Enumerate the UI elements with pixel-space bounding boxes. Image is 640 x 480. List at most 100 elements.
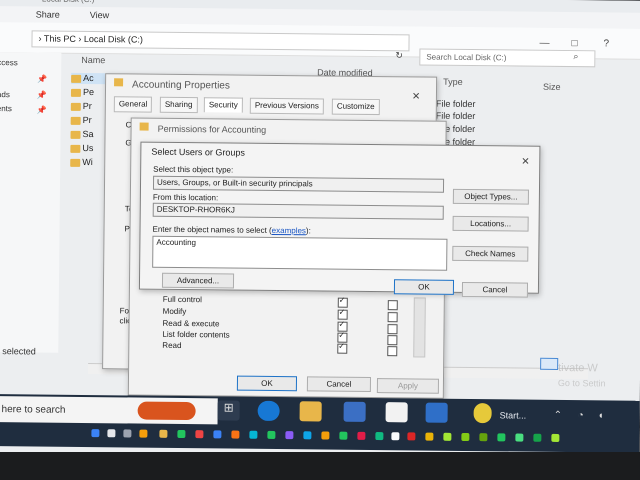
nav-item[interactable]: ccess [0, 58, 18, 67]
search-icon[interactable] [107, 429, 116, 438]
app-icon[interactable] [267, 430, 276, 439]
app-icon[interactable] [515, 433, 524, 442]
app-icon[interactable] [249, 430, 258, 439]
location-field: DESKTOP-RHOR6KJ [152, 202, 444, 220]
monitor-screen: Local Disk (C:) Share View › This PC › L… [0, 0, 640, 471]
allow-checkbox[interactable] [337, 309, 348, 320]
deny-checkbox[interactable] [387, 335, 398, 346]
tab-customize[interactable]: Customize [331, 98, 380, 116]
properties-tabs: General Sharing Security Previous Versio… [113, 96, 404, 116]
app-icon[interactable] [425, 432, 434, 441]
tab-previous-versions[interactable]: Previous Versions [249, 97, 324, 115]
object-names-input[interactable]: Accounting [152, 235, 448, 271]
volume-icon[interactable]: ◖ [598, 410, 604, 421]
allow-checkbox[interactable] [337, 343, 348, 354]
locations-button[interactable]: Locations... [452, 215, 529, 232]
ribbon-tab-view[interactable]: View [90, 10, 109, 20]
column-header-name[interactable]: Name [81, 55, 105, 65]
app-icon[interactable] [357, 431, 366, 440]
permission-label: List folder contents [162, 329, 230, 340]
app-icon[interactable] [285, 431, 294, 440]
app-icon[interactable] [321, 431, 330, 440]
permission-label: Full control [162, 294, 202, 305]
ok-button[interactable]: OK [236, 375, 298, 392]
app-icon[interactable] [391, 432, 400, 441]
task-view-icon[interactable] [123, 429, 132, 438]
ok-button[interactable]: OK [393, 279, 455, 295]
store-icon[interactable] [343, 401, 366, 422]
search-icon: ⌕ [573, 51, 579, 62]
mail-icon[interactable] [385, 402, 408, 423]
permission-label: Modify [162, 306, 187, 317]
app-icon[interactable] [443, 432, 452, 441]
column-header-size[interactable]: Size [543, 82, 561, 92]
folder-icon [70, 102, 81, 111]
app-icon[interactable] [551, 433, 560, 442]
network-icon[interactable]: ◔ [578, 410, 584, 421]
advanced-button[interactable]: Advanced... [161, 272, 235, 289]
check-names-button[interactable]: Check Names [452, 245, 529, 262]
permissions-scrollbar[interactable] [413, 297, 426, 358]
column-header-type[interactable]: Type [443, 77, 463, 87]
app-icon[interactable] [375, 432, 384, 441]
close-icon[interactable]: ✕ [412, 91, 421, 102]
permission-label: Read & execute [162, 318, 220, 329]
activation-watermark: Go to Settin [557, 377, 606, 389]
taskbar-start-label[interactable]: Start... [500, 410, 527, 420]
app-icon[interactable] [339, 431, 348, 440]
folder-icon [70, 88, 82, 97]
object-types-button[interactable]: Object Types... [452, 188, 529, 205]
app-icon[interactable] [195, 430, 204, 439]
taskbar-search-box[interactable]: pe here to search [0, 395, 218, 425]
window-icon[interactable]: □ [571, 38, 577, 49]
cancel-button[interactable]: Cancel [306, 376, 372, 392]
app-icon[interactable] [533, 433, 542, 442]
file-explorer-icon[interactable] [299, 401, 322, 422]
app-icon[interactable] [139, 429, 148, 438]
properties-title: Accounting Properties [131, 79, 230, 92]
tab-general[interactable]: General [113, 96, 153, 113]
folder-icon [139, 122, 149, 131]
app-icon[interactable] [231, 430, 240, 439]
refresh-icon[interactable]: ↻ [395, 50, 403, 61]
tab-sharing[interactable]: Sharing [159, 96, 198, 114]
breadcrumb-local-disk[interactable]: Local Disk (C:) [84, 34, 143, 45]
search-icon[interactable] [473, 403, 492, 424]
app-icon[interactable] [407, 432, 416, 441]
address-bar[interactable]: › This PC › Local Disk (C:) [31, 30, 410, 52]
nav-item[interactable]: ents [0, 104, 12, 113]
pin-icon: 📌 [36, 90, 47, 100]
help-icon[interactable]: ? [603, 38, 609, 49]
select-users-dialog: Select Users or Groups ✕ Select this obj… [138, 141, 541, 298]
app-icon[interactable] [177, 429, 186, 439]
apply-button[interactable]: Apply [376, 378, 439, 394]
windows-start-icon[interactable] [91, 429, 100, 438]
deny-checkbox[interactable] [387, 300, 398, 311]
nav-item[interactable]: ads [0, 90, 10, 99]
deny-checkbox[interactable] [387, 312, 398, 323]
leaves-icon [137, 401, 196, 421]
close-icon[interactable]: ✕ [521, 157, 530, 168]
object-type-label: Select this object type: [153, 164, 234, 175]
details-view-icon[interactable] [540, 357, 559, 370]
examples-link[interactable]: examples [272, 226, 306, 235]
chevron-up-icon[interactable]: ⌃ [554, 410, 563, 421]
app-icon[interactable] [213, 430, 222, 439]
app-icon[interactable] [497, 433, 506, 442]
search-input[interactable]: Search Local Disk (C:) [419, 48, 596, 68]
minimize-icon[interactable]: — [539, 38, 549, 49]
deny-checkbox[interactable] [387, 346, 398, 357]
app-icon[interactable] [461, 432, 470, 442]
app-icon[interactable] [303, 431, 312, 440]
breadcrumb-this-pc[interactable]: This PC [44, 34, 76, 44]
ribbon-tab-share[interactable]: Share [36, 9, 60, 19]
app-icon[interactable] [479, 433, 488, 442]
app-icon[interactable] [425, 402, 448, 423]
allow-checkbox[interactable] [337, 297, 348, 308]
cancel-button[interactable]: Cancel [461, 281, 529, 298]
folder-icon[interactable] [159, 429, 168, 438]
task-view-icon[interactable]: ⊞ [217, 400, 240, 421]
tab-security[interactable]: Security [203, 97, 243, 113]
edge-icon[interactable] [257, 400, 280, 422]
deny-checkbox[interactable] [387, 324, 398, 335]
